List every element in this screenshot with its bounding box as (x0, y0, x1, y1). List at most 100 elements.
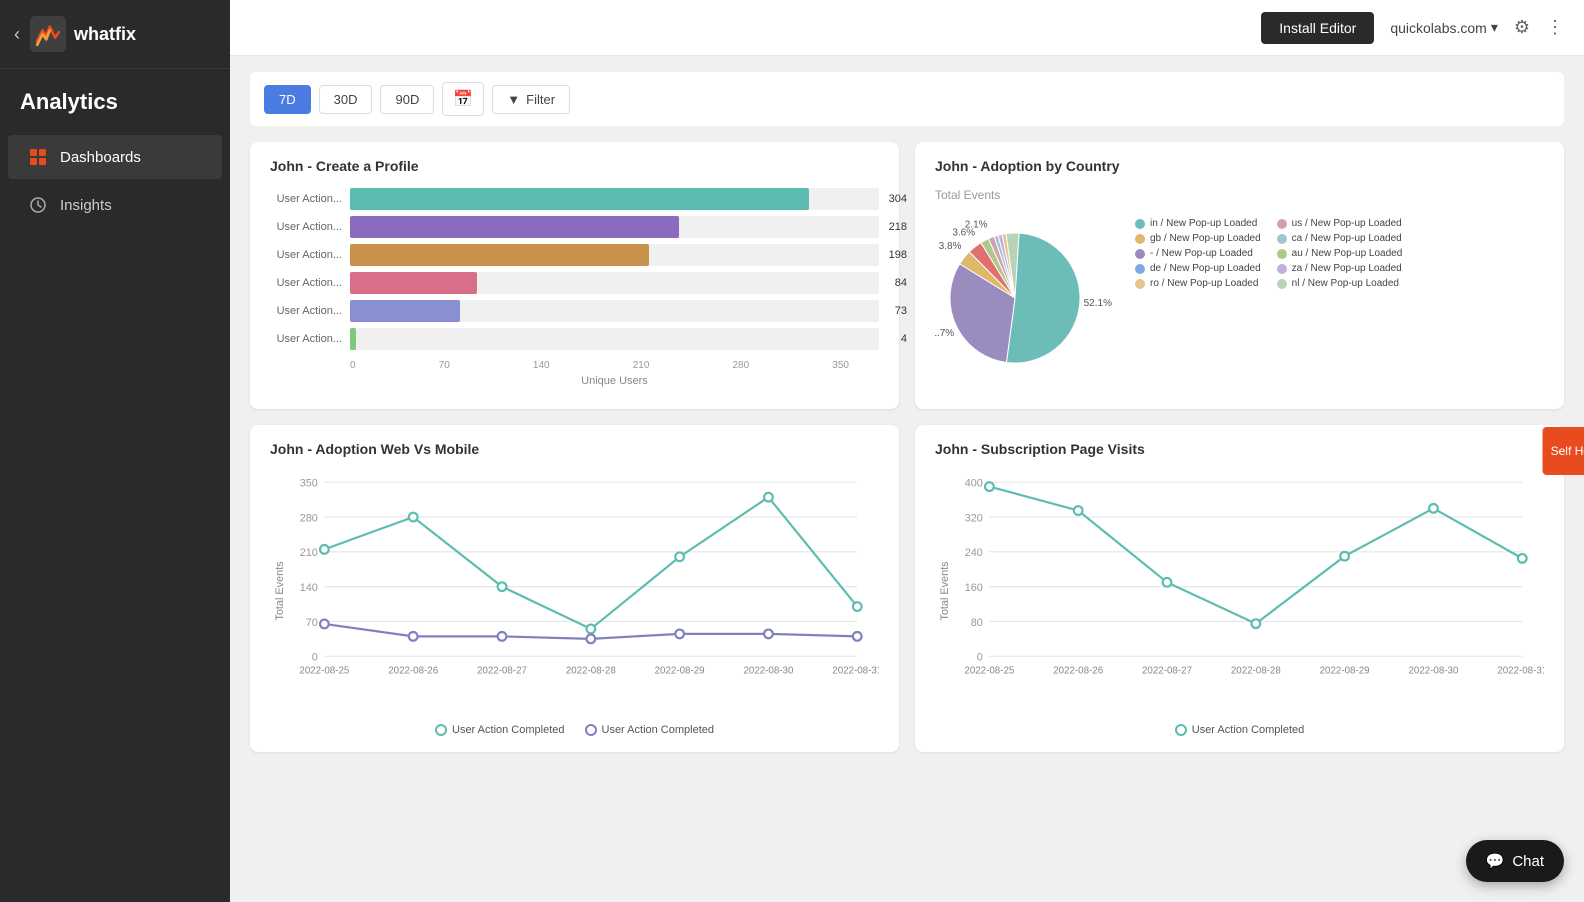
legend-item: us / New Pop-up Loaded (1277, 218, 1403, 229)
line-chart-2: 4003202401608002022-08-252022-08-262022-… (935, 471, 1544, 736)
content-area: 7D 30D 90D 📅 ▼ Filter John - Create a Pr… (230, 56, 1584, 902)
pie-label: 3.8% (939, 241, 962, 252)
bar-chart: User Action... 304 User Action... 218 Us… (270, 188, 879, 387)
bar-label: User Action... (270, 333, 342, 345)
legend-label: in / New Pop-up Loaded (1150, 218, 1257, 229)
legend-dot (1277, 219, 1287, 229)
more-options-icon[interactable]: ⋮ (1546, 17, 1564, 38)
data-point (409, 513, 418, 522)
bar-value: 218 (889, 221, 907, 233)
domain-arrow: ▾ (1491, 19, 1498, 36)
sidebar-item-label: Dashboards (60, 149, 141, 166)
pie-svg: 52.1%31.7%2.1%3.6%3.8% (935, 208, 1115, 388)
bar-row: User Action... 198 (270, 244, 879, 266)
axis-tick: 280 (733, 360, 750, 371)
line-legend-label: User Action Completed (1192, 724, 1305, 736)
bar-fill (350, 188, 809, 210)
data-point (498, 632, 507, 641)
legend-dot (1277, 264, 1287, 274)
data-point (320, 620, 329, 629)
sidebar-title: Analytics (0, 69, 230, 125)
legend-item: ro / New Pop-up Loaded (1135, 278, 1261, 289)
self-help-label: Self Help (1551, 444, 1584, 458)
x-tick: 2022-08-31 (1497, 666, 1544, 677)
legend-label: za / New Pop-up Loaded (1292, 263, 1402, 274)
legend-item: de / New Pop-up Loaded (1135, 263, 1261, 274)
install-editor-button[interactable]: Install Editor (1261, 12, 1374, 44)
bar-value: 73 (895, 305, 907, 317)
bar-axis: 070140210280350 (270, 360, 879, 371)
data-point (1340, 552, 1349, 561)
bar-fill (350, 244, 649, 266)
bar-label: User Action... (270, 249, 342, 261)
legend-item: in / New Pop-up Loaded (1135, 218, 1261, 229)
legend-label: ro / New Pop-up Loaded (1150, 278, 1258, 289)
data-point (764, 493, 773, 502)
sidebar-back-button[interactable]: ‹ (14, 24, 20, 45)
bar-value: 304 (889, 193, 907, 205)
legend-dot (1277, 234, 1287, 244)
settings-icon[interactable]: ⚙ (1514, 17, 1530, 38)
line-legend-1: User Action Completed User Action Complet… (270, 724, 879, 736)
legend-label: us / New Pop-up Loaded (1292, 218, 1402, 229)
data-point (985, 482, 994, 491)
data-point (320, 545, 329, 554)
pie-label: 3.6% (952, 227, 975, 238)
line-legend-dot (1175, 724, 1187, 736)
x-tick: 2022-08-29 (655, 666, 705, 677)
axis-tick: 0 (350, 360, 356, 371)
topbar: Install Editor quickolabs.com ▾ ⚙ ⋮ (230, 0, 1584, 56)
y-tick: 160 (965, 582, 983, 594)
pie-chart-title: John - Adoption by Country (935, 158, 1544, 174)
data-point (498, 582, 507, 591)
pie-total-events-label: Total Events (935, 188, 1544, 202)
y-axis-label: Total Events (939, 561, 951, 621)
bar-track: 84 (350, 272, 879, 294)
bar-chart-area: User Action... 304 User Action... 218 Us… (270, 188, 879, 350)
bar-label: User Action... (270, 277, 342, 289)
bar-fill (350, 272, 477, 294)
data-point (586, 625, 595, 634)
x-tick: 2022-08-27 (1142, 666, 1192, 677)
x-tick: 2022-08-29 (1320, 666, 1370, 677)
legend-item: - / New Pop-up Loaded (1135, 248, 1261, 259)
bar-chart-title: John - Create a Profile (270, 158, 879, 174)
bar-row: User Action... 84 (270, 272, 879, 294)
data-point (1163, 578, 1172, 587)
line-series (989, 487, 1522, 624)
time-7d-button[interactable]: 7D (264, 85, 311, 114)
pie-label: 52.1% (1084, 298, 1112, 309)
x-tick: 2022-08-28 (1231, 666, 1281, 677)
charts-grid: John - Create a Profile User Action... 3… (250, 142, 1564, 752)
y-axis-label: Total Events (274, 561, 286, 621)
bar-value: 4 (901, 333, 907, 345)
domain-selector[interactable]: quickolabs.com ▾ (1390, 19, 1498, 36)
data-point (853, 602, 862, 611)
data-point (853, 632, 862, 641)
time-90d-button[interactable]: 90D (380, 85, 434, 114)
calendar-button[interactable]: 📅 (442, 82, 484, 116)
chat-button[interactable]: 💬 Chat (1466, 840, 1564, 882)
sidebar-item-dashboards[interactable]: Dashboards (8, 135, 222, 179)
chat-label: Chat (1512, 853, 1544, 870)
legend-label: gb / New Pop-up Loaded (1150, 233, 1261, 244)
bar-track: 4 (350, 328, 879, 350)
dashboards-icon (28, 147, 48, 167)
line-legend-label: User Action Completed (602, 724, 715, 736)
bar-label: User Action... (270, 193, 342, 205)
data-point (409, 632, 418, 641)
line-legend-item: User Action Completed (435, 724, 565, 736)
y-tick: 210 (300, 547, 318, 559)
logo: whatfix (30, 16, 136, 52)
y-tick: 70 (306, 617, 318, 629)
x-tick: 2022-08-28 (566, 666, 616, 677)
legend-dot (1135, 219, 1145, 229)
filter-icon: ▼ (507, 92, 520, 107)
data-point (764, 630, 773, 639)
sidebar-item-insights[interactable]: Insights (8, 183, 222, 227)
x-tick: 2022-08-31 (832, 666, 879, 677)
self-help-tab[interactable]: Self Help ? (1543, 427, 1584, 475)
time-30d-button[interactable]: 30D (319, 85, 373, 114)
data-point (586, 635, 595, 644)
filter-button[interactable]: ▼ Filter (492, 85, 570, 114)
